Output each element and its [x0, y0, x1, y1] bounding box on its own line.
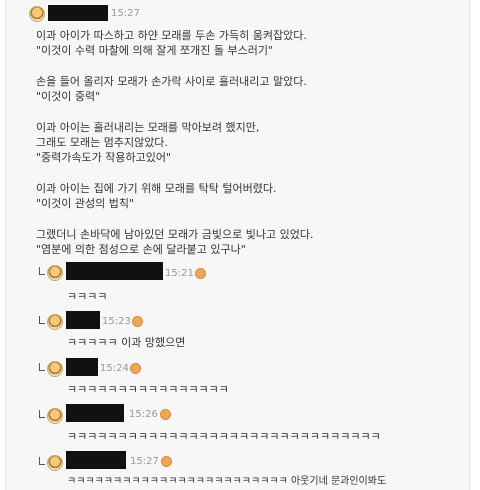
comment-text: ㅋㅋㅋㅋㅋ 이과 망했으면 [67, 336, 186, 349]
post-line: "이것이 관성의 법칙" [36, 197, 135, 210]
avatar[interactable] [48, 456, 62, 470]
comment-text: ㅋㅋㅋㅋ [67, 290, 108, 303]
level-badge-icon [161, 410, 170, 419]
redacted-username [66, 262, 163, 280]
comment-timestamp: 15:21 [165, 268, 194, 279]
post-line: 이과 아이가 따스하고 하얀 모래를 두손 가득히 움켜잡았다. [36, 29, 307, 42]
post-line: 손을 들어 올리자 모래가 손가락 사이로 흘러내리고 말았다. [36, 75, 307, 88]
level-badge-icon [196, 269, 205, 278]
reply-arrow-icon [39, 363, 45, 371]
avatar[interactable] [48, 315, 62, 329]
comment-timestamp: 15:26 [129, 409, 158, 420]
post-line: 이과 아이는 흘러내리는 모래를 막아보려 했지만, [36, 121, 260, 134]
redacted-username [66, 404, 124, 422]
post-line: "이것이 수력 마찰에 의해 잘게 쪼개진 돌 부스러기" [36, 44, 273, 57]
avatar[interactable] [30, 7, 44, 21]
redacted-username [66, 311, 100, 329]
reply-arrow-icon [39, 410, 45, 418]
avatar[interactable] [48, 266, 62, 280]
level-badge-icon [162, 457, 171, 466]
post-line: "중력가속도가 작용하고있어" [36, 151, 172, 164]
comment-text: ㅋㅋㅋㅋㅋㅋㅋㅋㅋㅋㅋㅋㅋㅋㅋㅋㅋㅋㅋㅋㅋㅋㅋㅋㅋㅋㅋㅋㅋㅋㅋ [67, 430, 381, 443]
comment-timestamp: 15:24 [100, 363, 129, 374]
level-badge-icon [131, 364, 140, 373]
redacted-username [48, 5, 108, 21]
comment-timestamp: 15:23 [102, 316, 131, 327]
comment-text: ㅋㅋㅋㅋㅋㅋㅋㅋㅋㅋㅋㅋㅋㅋㅋㅋㅋㅋㅋㅋㅋㅋㅋㅋ 아웃기네 문과인이봐도 [67, 476, 387, 487]
post-line: 그래도 모래는 멈추지않았다. [36, 136, 168, 149]
comment-text: ㅋㅋㅋㅋㅋㅋㅋㅋㅋㅋㅋㅋㅋㅋㅋㅋ [67, 383, 229, 396]
avatar[interactable] [48, 362, 62, 376]
reply-arrow-icon [39, 316, 45, 324]
reply-arrow-icon [39, 267, 45, 275]
redacted-username [66, 358, 98, 376]
reply-arrow-icon [39, 457, 45, 465]
avatar[interactable] [48, 409, 62, 423]
post-line: "염분에 의한 점성으로 손에 달라붙고 있구나" [36, 243, 246, 256]
comment-timestamp: 15:27 [130, 456, 159, 467]
comment-panel: 15:27 이과 아이가 따스하고 하얀 모래를 두손 가득히 움켜잡았다. "… [5, 0, 470, 490]
post-line: 이과 아이는 집에 가기 위해 모래를 탁탁 털어버렸다. [36, 182, 277, 195]
post-timestamp: 15:27 [111, 8, 140, 19]
post-line: "이것이 중력" [36, 90, 101, 103]
level-badge-icon [133, 317, 142, 326]
post-line: 그랬더니 손바닥에 남아있던 모래가 금빛으로 빛나고 있었다. [36, 228, 314, 241]
redacted-username [66, 451, 126, 469]
